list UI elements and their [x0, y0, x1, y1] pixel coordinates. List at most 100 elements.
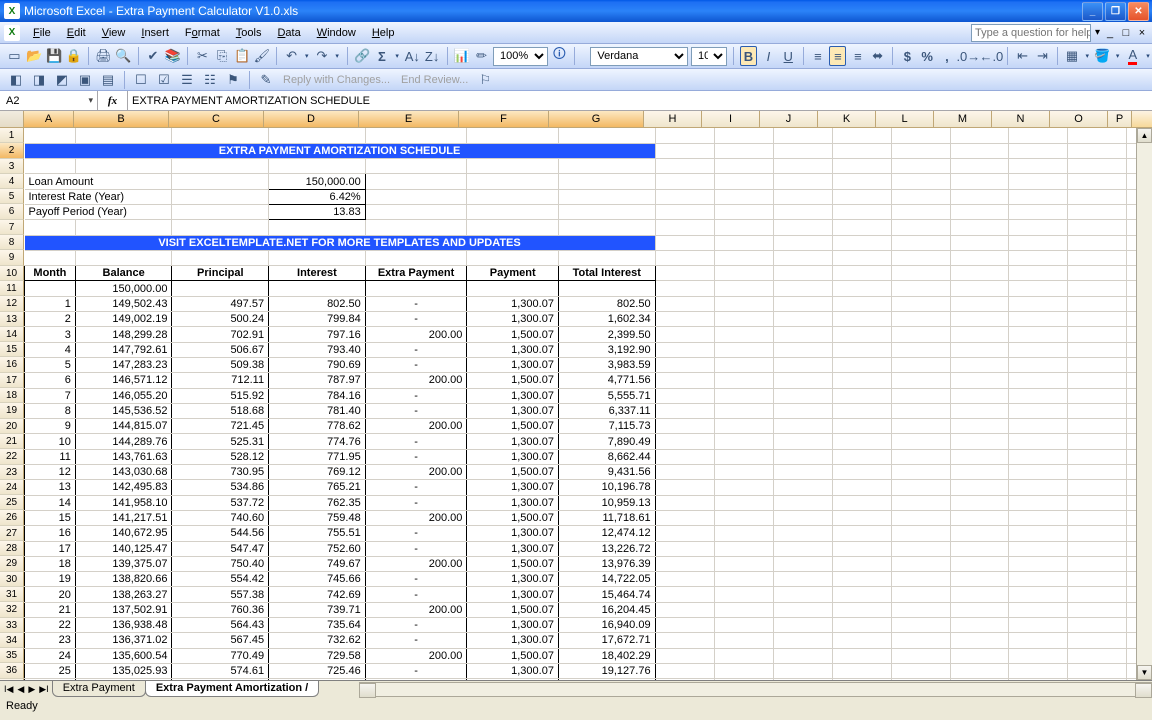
fill-color-button[interactable]: 🪣 — [1094, 46, 1111, 66]
font-name-select[interactable]: Verdana — [590, 47, 688, 66]
menu-tools[interactable]: Tools — [229, 25, 269, 41]
close-button[interactable]: ✕ — [1128, 2, 1149, 21]
sheet-tab-extra-payment[interactable]: Extra Payment — [52, 681, 146, 697]
comma-button[interactable]: , — [939, 46, 956, 66]
row-header-22[interactable]: 22 — [0, 449, 24, 464]
col-header-J[interactable]: J — [760, 111, 818, 127]
col-header-O[interactable]: O — [1050, 111, 1108, 127]
row-header-16[interactable]: 16 — [0, 357, 24, 372]
menu-view[interactable]: View — [95, 25, 133, 41]
currency-button[interactable]: $ — [899, 46, 916, 66]
print-preview-button[interactable]: 🔍 — [115, 46, 132, 66]
minimize-button[interactable]: _ — [1082, 2, 1103, 21]
row-header-28[interactable]: 28 — [0, 541, 24, 556]
increase-indent-button[interactable]: ⇥ — [1034, 46, 1051, 66]
scroll-up-button[interactable]: ▲ — [1137, 128, 1152, 143]
menu-max-button[interactable]: □ — [1120, 27, 1132, 39]
col-header-P[interactable]: P — [1108, 111, 1132, 127]
sort-desc-button[interactable]: Z↓ — [424, 46, 441, 66]
tab-last-button[interactable]: ▶I — [38, 684, 49, 695]
select-all-button[interactable] — [0, 111, 24, 127]
menu-insert[interactable]: Insert — [134, 25, 176, 41]
drawing-button[interactable]: ✏ — [473, 46, 490, 66]
save-button[interactable]: 💾 — [46, 46, 63, 66]
col-header-G[interactable]: G — [549, 111, 644, 127]
row-header-1[interactable]: 1 — [0, 128, 24, 143]
row-header-26[interactable]: 26 — [0, 510, 24, 525]
borders-button[interactable]: ▦ — [1064, 46, 1081, 66]
menu-format[interactable]: Format — [178, 25, 227, 41]
rev-btn-6[interactable]: ☐ — [131, 70, 151, 90]
sort-asc-button[interactable]: A↓ — [404, 46, 421, 66]
research-button[interactable]: 📚 — [164, 46, 181, 66]
rev-btn-3[interactable]: ◩ — [52, 70, 72, 90]
col-header-D[interactable]: D — [264, 111, 359, 127]
format-painter-button[interactable]: 🖌 — [253, 46, 270, 66]
decrease-decimal-button[interactable]: ←.0 — [981, 46, 1001, 66]
fx-button[interactable]: fx — [98, 91, 128, 110]
row-header-5[interactable]: 5 — [0, 189, 24, 204]
cells-area[interactable]: EXTRA PAYMENT AMORTIZATION SCHEDULELoan … — [24, 128, 1152, 680]
row-header-3[interactable]: 3 — [0, 159, 24, 174]
col-header-F[interactable]: F — [459, 111, 549, 127]
percent-button[interactable]: % — [919, 46, 936, 66]
menu-min-button[interactable]: _ — [1104, 27, 1116, 39]
rev-btn-2[interactable]: ◨ — [29, 70, 49, 90]
row-header-32[interactable]: 32 — [0, 602, 24, 617]
row-header-30[interactable]: 30 — [0, 572, 24, 587]
zoom-select[interactable]: 100% — [493, 47, 548, 66]
merge-center-button[interactable]: ⬌ — [869, 46, 886, 66]
copy-button[interactable]: ⎘ — [214, 46, 231, 66]
menu-data[interactable]: Data — [270, 25, 307, 41]
cut-button[interactable]: ✂ — [194, 46, 211, 66]
horizontal-scrollbar[interactable] — [359, 682, 1152, 697]
row-header-14[interactable]: 14 — [0, 327, 24, 342]
maximize-button[interactable]: ❐ — [1105, 2, 1126, 21]
new-button[interactable]: ▭ — [6, 46, 23, 66]
row-header-25[interactable]: 25 — [0, 495, 24, 510]
decrease-indent-button[interactable]: ⇤ — [1014, 46, 1031, 66]
row-header-29[interactable]: 29 — [0, 556, 24, 571]
help-button[interactable]: 🛈 — [551, 46, 568, 66]
row-header-27[interactable]: 27 — [0, 526, 24, 541]
sheet-tab-extra-payment-amortization[interactable]: Extra Payment Amortization / — [145, 681, 319, 697]
rev-btn-12[interactable]: ⚐ — [475, 70, 495, 90]
row-header-13[interactable]: 13 — [0, 312, 24, 327]
menu-close-button[interactable]: × — [1136, 27, 1148, 39]
row-header-20[interactable]: 20 — [0, 419, 24, 434]
menu-edit[interactable]: Edit — [60, 25, 93, 41]
row-header-18[interactable]: 18 — [0, 388, 24, 403]
formula-input[interactable]: EXTRA PAYMENT AMORTIZATION SCHEDULE — [128, 91, 1152, 110]
row-header-15[interactable]: 15 — [0, 342, 24, 357]
redo-dropdown[interactable]: ▾ — [333, 46, 341, 66]
row-header-9[interactable]: 9 — [0, 250, 24, 265]
permission-button[interactable]: 🔒 — [65, 46, 82, 66]
row-header-34[interactable]: 34 — [0, 633, 24, 648]
col-header-H[interactable]: H — [644, 111, 702, 127]
menu-window[interactable]: Window — [310, 25, 363, 41]
tab-next-button[interactable]: ▶ — [27, 684, 36, 695]
col-header-I[interactable]: I — [702, 111, 760, 127]
menu-file[interactable]: File — [26, 25, 58, 41]
row-header-24[interactable]: 24 — [0, 480, 24, 495]
row-header-10[interactable]: 10 — [0, 266, 24, 281]
font-size-select[interactable]: 10 — [691, 47, 727, 66]
rev-btn-9[interactable]: ☷ — [200, 70, 220, 90]
align-left-button[interactable]: ≡ — [810, 46, 827, 66]
hyperlink-button[interactable]: 🔗 — [354, 46, 371, 66]
font-color-dropdown[interactable]: ▾ — [1144, 46, 1152, 66]
autosum-button[interactable]: Σ — [374, 46, 391, 66]
italic-button[interactable]: I — [760, 46, 777, 66]
undo-dropdown[interactable]: ▾ — [303, 46, 311, 66]
col-header-L[interactable]: L — [876, 111, 934, 127]
menu-help[interactable]: Help — [365, 25, 402, 41]
menu-restore-button[interactable]: ▾ — [1095, 27, 1100, 38]
row-header-31[interactable]: 31 — [0, 587, 24, 602]
underline-button[interactable]: U — [780, 46, 797, 66]
rev-btn-11[interactable]: ✎ — [256, 70, 276, 90]
row-header-21[interactable]: 21 — [0, 434, 24, 449]
row-header-4[interactable]: 4 — [0, 174, 24, 189]
row-header-35[interactable]: 35 — [0, 648, 24, 663]
open-button[interactable]: 📂 — [26, 46, 43, 66]
redo-button[interactable]: ↷ — [314, 46, 331, 66]
